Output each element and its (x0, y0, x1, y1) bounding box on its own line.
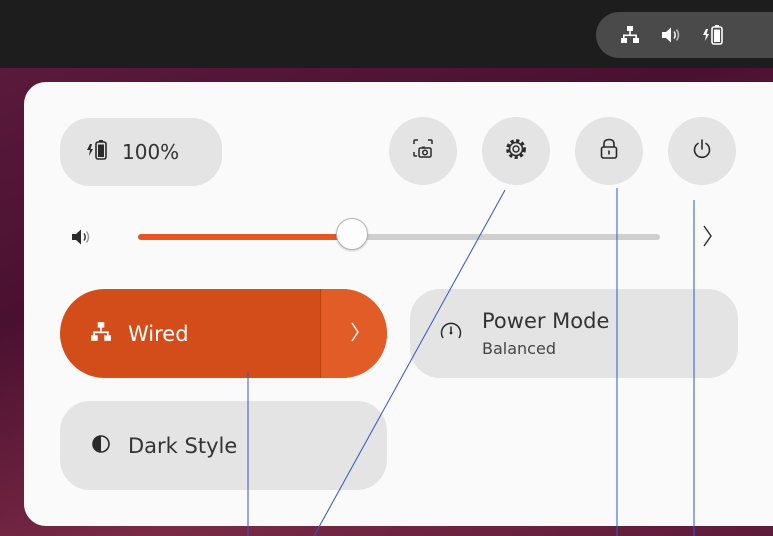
power-mode-toggle[interactable]: Power Mode Balanced (410, 289, 738, 378)
volume-row (70, 222, 730, 252)
dark-style-toggle[interactable]: Dark Style (60, 401, 387, 490)
volume-icon[interactable] (70, 226, 96, 252)
contrast-icon (90, 433, 112, 459)
wired-label: Wired (128, 321, 189, 346)
lock-icon (598, 137, 620, 165)
volume-menu-chevron-icon[interactable] (700, 222, 714, 254)
system-tray[interactable] (596, 12, 773, 58)
power-mode-title: Power Mode (482, 309, 610, 333)
screenshot-button[interactable] (389, 117, 457, 185)
volume-icon (660, 25, 682, 45)
gear-icon (504, 137, 528, 165)
battery-charging-icon (702, 23, 724, 47)
wired-toggle-main[interactable]: Wired (60, 289, 320, 378)
screenshot-icon (412, 138, 434, 164)
network-wired-icon (620, 25, 640, 45)
chevron-right-icon (349, 319, 361, 349)
lock-button[interactable] (575, 117, 643, 185)
wired-menu-button[interactable] (320, 289, 387, 378)
dark-style-label: Dark Style (128, 433, 238, 458)
volume-slider-handle[interactable] (336, 218, 369, 250)
power-button[interactable] (668, 117, 736, 185)
volume-slider-track[interactable] (138, 234, 660, 240)
battery-percentage: 100% (122, 140, 180, 164)
wired-toggle[interactable]: Wired (60, 289, 387, 378)
battery-status[interactable]: 100% (60, 118, 222, 186)
volume-slider-fill (138, 234, 353, 240)
settings-button[interactable] (482, 117, 550, 185)
network-wired-icon (90, 321, 112, 347)
top-bar (0, 0, 773, 68)
power-mode-subtitle: Balanced (482, 339, 556, 358)
speedometer-icon (438, 319, 464, 349)
power-icon (691, 138, 713, 164)
battery-charging-icon (86, 138, 108, 166)
